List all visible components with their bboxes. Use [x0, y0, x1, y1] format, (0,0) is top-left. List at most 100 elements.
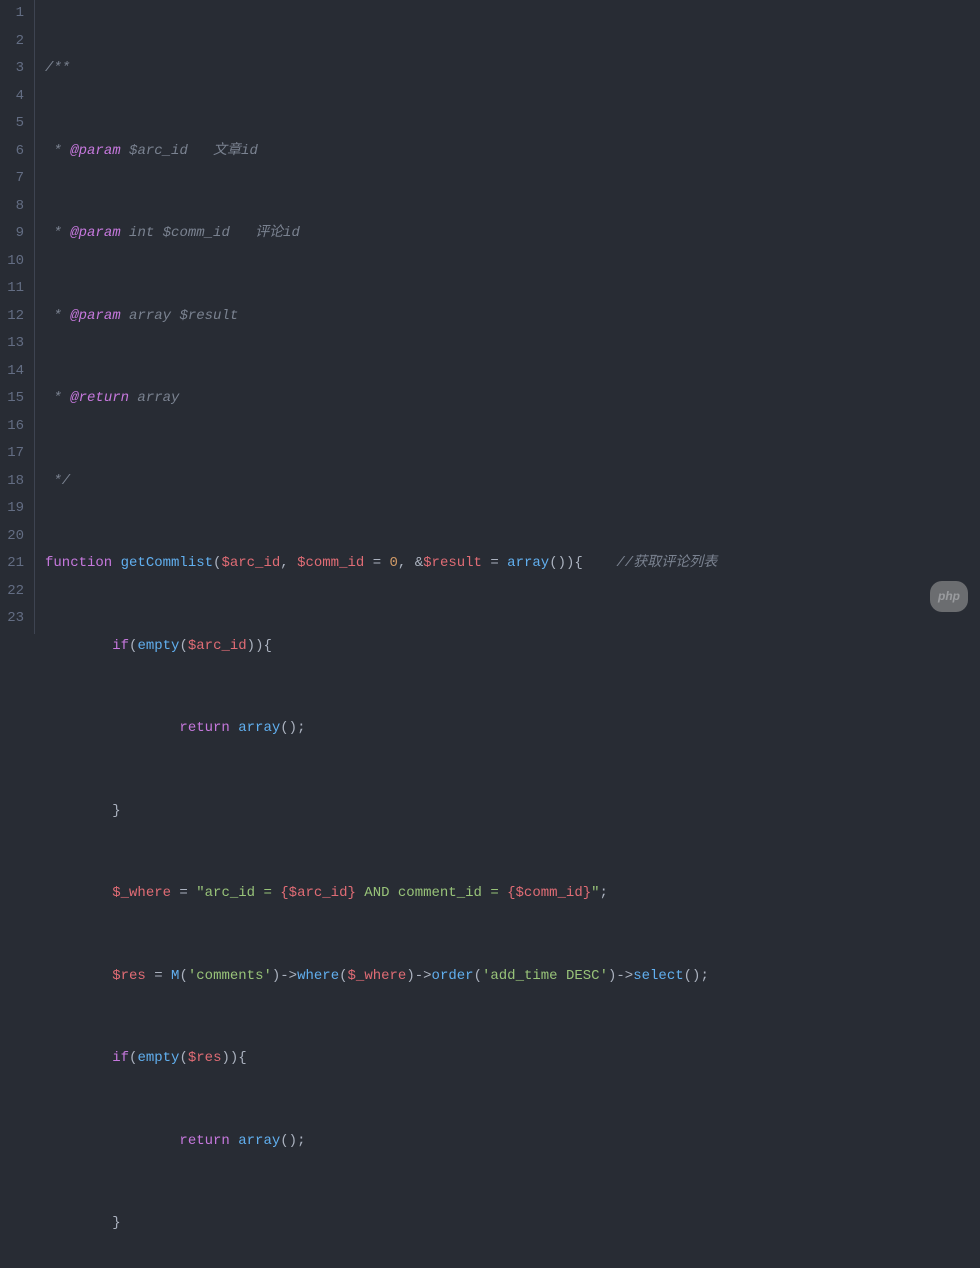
- function-call: M: [171, 968, 179, 984]
- punct: (: [129, 638, 137, 654]
- code-line: function getCommlist($arc_id, $comm_id =…: [45, 550, 980, 578]
- line-number: 21: [0, 550, 34, 578]
- keyword: if: [112, 1050, 129, 1066]
- punct: , &: [398, 555, 423, 571]
- comment-text: //获取评论列表: [616, 555, 717, 571]
- doctag: @param: [70, 308, 120, 324]
- comment-text: /**: [45, 60, 70, 76]
- line-number: 3: [0, 55, 34, 83]
- line-number: 17: [0, 440, 34, 468]
- string: ": [591, 885, 599, 901]
- line-number: 2: [0, 28, 34, 56]
- line-number: 11: [0, 275, 34, 303]
- code-line: * @param int $comm_id 评论id: [45, 220, 980, 248]
- docparam: $arc_id 文章id: [121, 143, 258, 159]
- line-number: 18: [0, 468, 34, 496]
- function-call: where: [297, 968, 339, 984]
- code-line: * @return array: [45, 385, 980, 413]
- function-call: empty: [137, 638, 179, 654]
- line-number: 6: [0, 138, 34, 166]
- line-number: 13: [0, 330, 34, 358]
- punct: ();: [280, 1133, 305, 1149]
- punct: }: [112, 1215, 120, 1231]
- keyword: return: [179, 720, 229, 736]
- watermark-badge: php: [930, 581, 968, 613]
- variable: $res: [188, 1050, 222, 1066]
- line-number: 8: [0, 193, 34, 221]
- operator: =: [146, 968, 171, 984]
- line-number: 20: [0, 523, 34, 551]
- string: AND comment_id =: [356, 885, 507, 901]
- number: 0: [390, 555, 398, 571]
- code-line: * @param $arc_id 文章id: [45, 138, 980, 166]
- function-name: getCommlist: [121, 555, 213, 571]
- code-line: return array();: [45, 715, 980, 743]
- variable: $_where: [348, 968, 407, 984]
- line-number: 12: [0, 303, 34, 331]
- line-number: 5: [0, 110, 34, 138]
- line-number: 10: [0, 248, 34, 276]
- keyword: return: [179, 1133, 229, 1149]
- punct: ,: [280, 555, 297, 571]
- code-line: * @param array $result: [45, 303, 980, 331]
- comment-text: *: [45, 143, 70, 159]
- operator: =: [482, 555, 507, 571]
- variable: $res: [112, 968, 146, 984]
- variable: $result: [423, 555, 482, 571]
- string: "arc_id =: [196, 885, 280, 901]
- line-number: 22: [0, 578, 34, 606]
- watermark-text: php: [938, 589, 960, 603]
- comment-text: *: [45, 390, 70, 406]
- keyword: function: [45, 555, 112, 571]
- keyword: if: [112, 638, 129, 654]
- doctag: @param: [70, 225, 120, 241]
- punct: (: [179, 1050, 187, 1066]
- line-number: 16: [0, 413, 34, 441]
- operator: =: [364, 555, 389, 571]
- comment-text: *: [45, 225, 70, 241]
- line-number: 19: [0, 495, 34, 523]
- punct: (: [179, 968, 187, 984]
- operator: =: [171, 885, 196, 901]
- line-number: 9: [0, 220, 34, 248]
- variable: $_where: [112, 885, 171, 901]
- code-line: }: [45, 1210, 980, 1238]
- variable: {$arc_id}: [280, 885, 356, 901]
- code-line: if(empty($arc_id)){: [45, 633, 980, 661]
- punct: }: [112, 803, 120, 819]
- punct: )->: [406, 968, 431, 984]
- code-line: */: [45, 468, 980, 496]
- code-content[interactable]: /** * @param $arc_id 文章id * @param int $…: [35, 0, 980, 634]
- punct: ();: [280, 720, 305, 736]
- doctag: @param: [70, 143, 120, 159]
- docparam: array $result: [121, 308, 239, 324]
- line-number: 14: [0, 358, 34, 386]
- variable: $arc_id: [221, 555, 280, 571]
- punct: )->: [272, 968, 297, 984]
- line-gutter: 1 2 3 4 5 6 7 8 9 10 11 12 13 14 15 16 1…: [0, 0, 35, 634]
- punct: ()){: [549, 555, 616, 571]
- string: 'add_time DESC': [482, 968, 608, 984]
- function-call: empty: [137, 1050, 179, 1066]
- function-call: array: [507, 555, 549, 571]
- function-call: array: [238, 1133, 280, 1149]
- punct: (: [474, 968, 482, 984]
- variable: {$comm_id}: [507, 885, 591, 901]
- punct: (: [179, 638, 187, 654]
- docparam: array: [129, 390, 179, 406]
- docparam: int $comm_id 评论id: [121, 225, 300, 241]
- code-line: }: [45, 798, 980, 826]
- comment-text: */: [45, 473, 70, 489]
- code-line: /**: [45, 55, 980, 83]
- punct: )->: [608, 968, 633, 984]
- string: 'comments': [188, 968, 272, 984]
- variable: $comm_id: [297, 555, 364, 571]
- punct: ();: [684, 968, 709, 984]
- punct: ;: [600, 885, 608, 901]
- punct: )){: [221, 1050, 246, 1066]
- code-line: return array();: [45, 1128, 980, 1156]
- line-number: 15: [0, 385, 34, 413]
- code-editor: 1 2 3 4 5 6 7 8 9 10 11 12 13 14 15 16 1…: [0, 0, 980, 634]
- punct: (: [129, 1050, 137, 1066]
- line-number: 1: [0, 0, 34, 28]
